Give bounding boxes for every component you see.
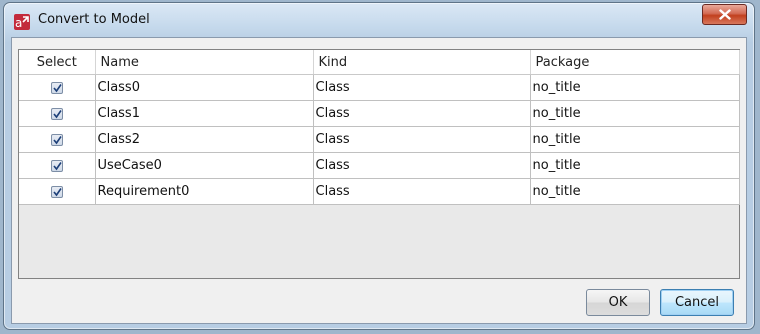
table-row[interactable]: UseCase0 Class no_title (19, 152, 740, 179)
cell-name: Class2 (95, 126, 314, 153)
cell-package: no_title (530, 126, 740, 153)
checkmark-icon (53, 135, 62, 144)
column-header-package[interactable]: Package (530, 50, 740, 75)
close-icon (718, 9, 731, 20)
cell-kind: Class (313, 152, 531, 179)
conversion-table: Select Name Kind Package Class0 Class no… (18, 49, 740, 279)
table-header-row: Select Name Kind Package (19, 50, 740, 75)
cell-package: no_title (530, 74, 740, 101)
cell-name: Class1 (95, 100, 314, 127)
cell-package: no_title (530, 100, 740, 127)
cell-kind: Class (313, 178, 531, 205)
checkmark-icon (53, 161, 62, 170)
cell-kind: Class (313, 100, 531, 127)
dialog-title: Convert to Model (38, 12, 150, 27)
cell-kind: Class (313, 74, 531, 101)
title-bar[interactable]: a Convert to Model (4, 3, 754, 37)
table-row[interactable]: Class2 Class no_title (19, 126, 740, 153)
select-checkbox[interactable] (50, 159, 63, 172)
select-checkbox[interactable] (50, 107, 63, 120)
cell-name: Requirement0 (95, 178, 314, 205)
cell-name: UseCase0 (95, 152, 314, 179)
cell-name: Class0 (95, 74, 314, 101)
app-icon: a (14, 14, 30, 30)
column-header-select[interactable]: Select (19, 50, 96, 75)
select-checkbox[interactable] (50, 81, 63, 94)
table-row[interactable]: Class1 Class no_title (19, 100, 740, 127)
checkmark-icon (53, 187, 62, 196)
column-header-kind[interactable]: Kind (313, 50, 531, 75)
cancel-button[interactable]: Cancel (660, 289, 734, 316)
cell-kind: Class (313, 126, 531, 153)
close-button[interactable] (702, 4, 747, 25)
table-row[interactable]: Class0 Class no_title (19, 74, 740, 101)
cell-package: no_title (530, 178, 740, 205)
dialog-body: Select Name Kind Package Class0 Class no… (11, 37, 747, 324)
checkmark-icon (53, 109, 62, 118)
column-header-name[interactable]: Name (95, 50, 314, 75)
cell-package: no_title (530, 152, 740, 179)
convert-to-model-dialog: a Convert to Model Select Name Kind Pack… (3, 2, 755, 330)
svg-text:a: a (15, 16, 22, 30)
checkmark-icon (53, 83, 62, 92)
select-checkbox[interactable] (50, 185, 63, 198)
table-row[interactable]: Requirement0 Class no_title (19, 178, 740, 205)
ok-button[interactable]: OK (586, 289, 650, 316)
select-checkbox[interactable] (50, 133, 63, 146)
